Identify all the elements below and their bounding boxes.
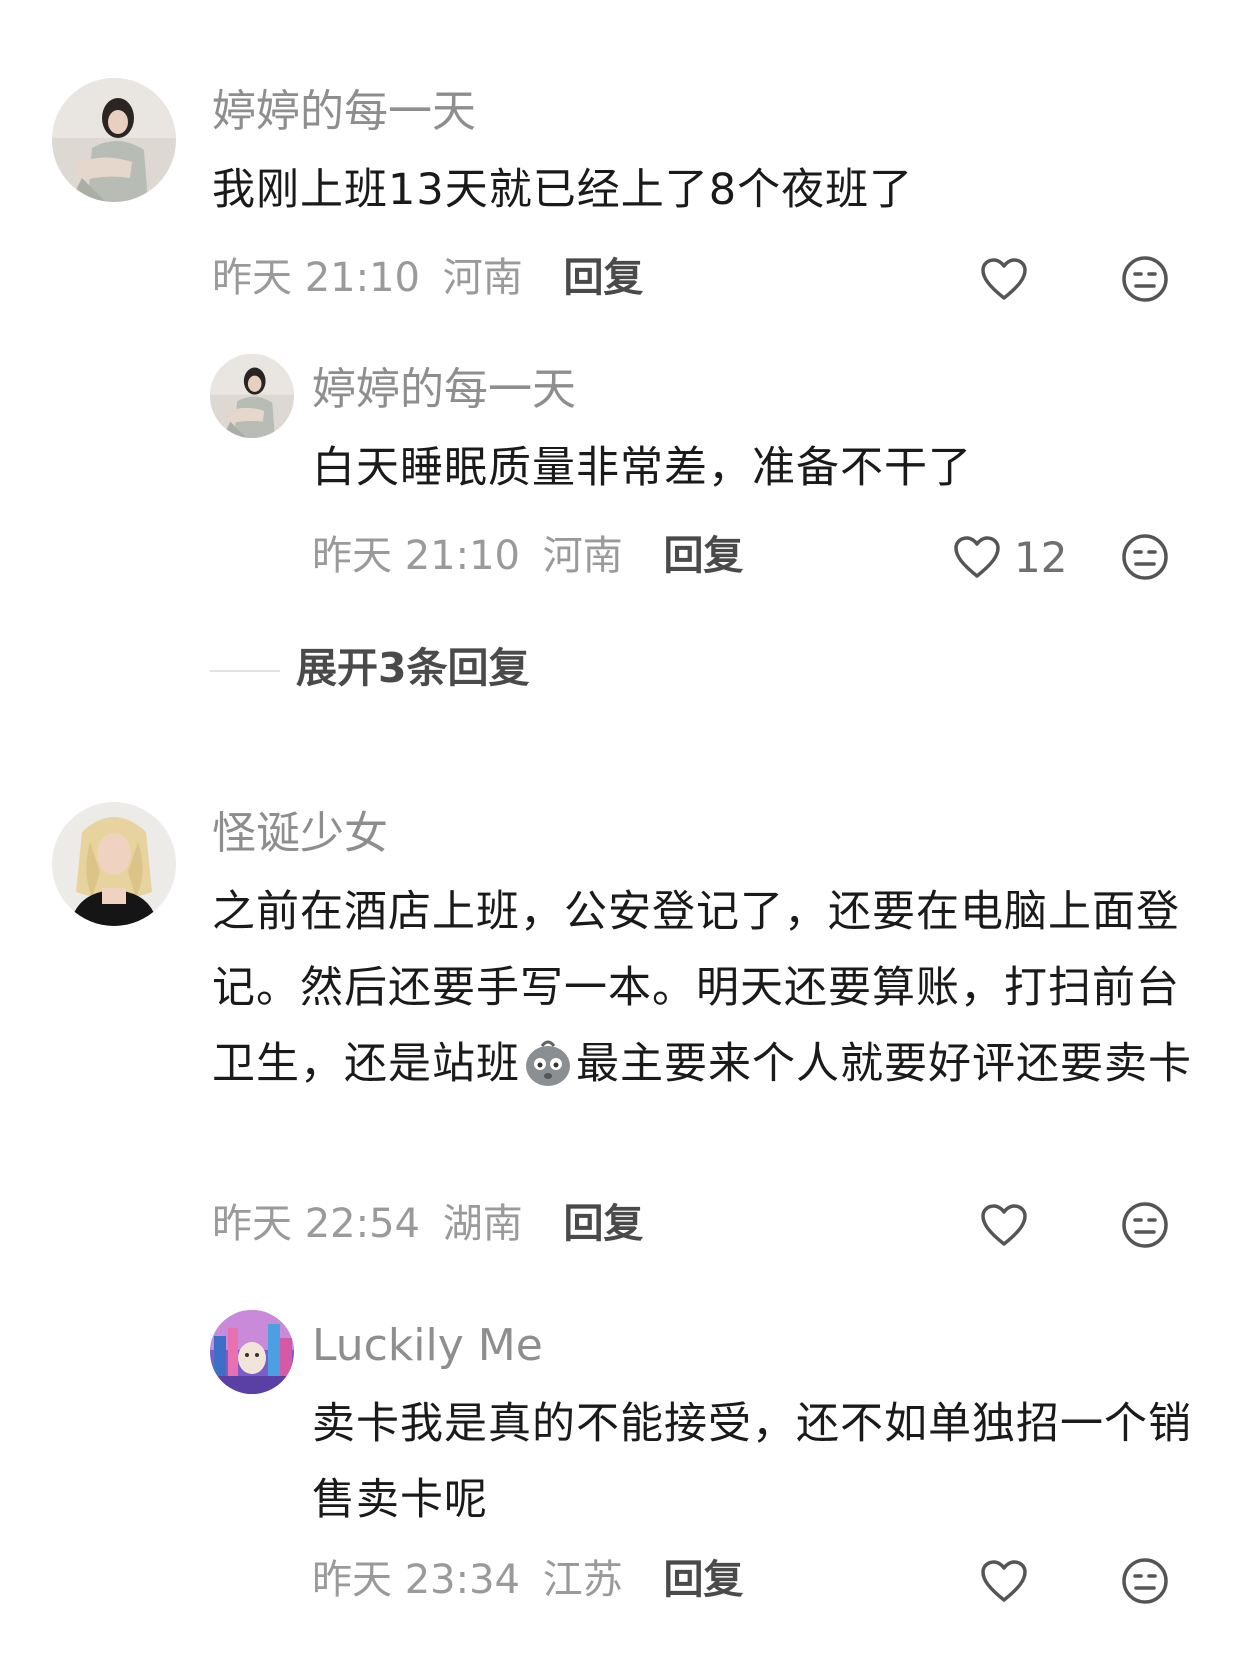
avatar-photo [210, 1310, 294, 1394]
avatar-photo [210, 354, 294, 438]
comment-text: 之前在酒店上班，公安登记了，还要在电脑上面登记。然后还要手写一本。明天还要算账，… [212, 874, 1202, 1102]
reply-time: 昨天 23:34 [312, 1557, 520, 1603]
heart-outline-icon[interactable] [979, 256, 1029, 302]
reply-location: 江苏 [542, 1557, 623, 1603]
comment-location: 河南 [442, 255, 523, 301]
reply-button[interactable]: 回复 [663, 533, 743, 579]
meh-face-icon[interactable] [1120, 1200, 1170, 1250]
reply-meta: 昨天 23:34 江苏 回复 [312, 1560, 743, 1600]
expand-divider [210, 670, 280, 672]
reply-button[interactable]: 回复 [563, 255, 643, 301]
meh-face-icon[interactable] [1120, 532, 1170, 582]
comment-time: 昨天 21:10 [212, 255, 420, 301]
meh-face-icon[interactable] [1120, 1556, 1170, 1606]
user-avatar[interactable] [52, 802, 176, 926]
comment-meta: 昨天 22:54 湖南 回复 [212, 1204, 643, 1244]
user-avatar[interactable] [210, 1310, 294, 1394]
reply-username[interactable]: Luckily Me [312, 1324, 543, 1368]
heart-outline-icon[interactable] [952, 534, 1002, 580]
user-avatar[interactable] [52, 78, 176, 202]
reply-button[interactable]: 回复 [663, 1557, 743, 1603]
comment-text-part2: 最主要来个人就要好评还要卖卡 [576, 1039, 1192, 1089]
comment-username[interactable]: 怪诞少女 [212, 812, 388, 856]
comment-time: 昨天 22:54 [212, 1201, 420, 1247]
avatar-photo [52, 78, 176, 202]
reply-time: 昨天 21:10 [312, 533, 520, 579]
avatar-photo [52, 802, 176, 926]
reply-location: 河南 [542, 533, 623, 579]
reply-text: 卖卡我是真的不能接受，还不如单独招一个销售卖卡呢 [312, 1399, 1192, 1525]
comment-meta: 昨天 21:10 河南 回复 [212, 258, 643, 298]
expand-replies-button[interactable]: 展开3条回复 [296, 648, 530, 689]
reply-username[interactable]: 婷婷的每一天 [312, 368, 576, 412]
reply-button[interactable]: 回复 [563, 1201, 643, 1247]
like-count: 12 [1014, 533, 1068, 582]
heart-outline-icon[interactable] [979, 1558, 1029, 1604]
comment-location: 湖南 [442, 1201, 523, 1247]
heart-outline-icon[interactable] [979, 1202, 1029, 1248]
reply-meta: 昨天 21:10 河南 回复 [312, 536, 743, 576]
exhausted-face-emoji [526, 1040, 570, 1086]
comment-text: 我刚上班13天就已经上了8个夜班了 [212, 165, 914, 215]
user-avatar[interactable] [210, 354, 294, 438]
reply-text: 白天睡眠质量非常差，准备不干了 [312, 443, 972, 493]
comment-username[interactable]: 婷婷的每一天 [212, 90, 476, 134]
meh-face-icon[interactable] [1120, 254, 1170, 304]
